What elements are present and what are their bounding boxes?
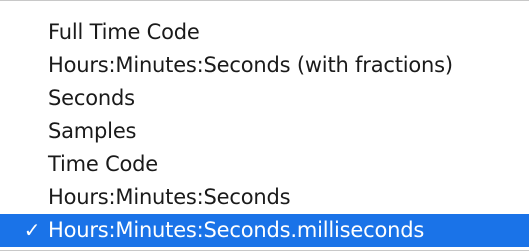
- menu-item-hms-fractions[interactable]: Hours:Minutes:Seconds (with fractions): [0, 49, 529, 82]
- menu-item-full-time-code[interactable]: Full Time Code: [0, 16, 529, 49]
- menu-item-label: Hours:Minutes:Seconds.milliseconds: [48, 218, 425, 242]
- time-format-menu: Full Time Code Hours:Minutes:Seconds (wi…: [0, 0, 529, 251]
- menu-item-samples[interactable]: Samples: [0, 115, 529, 148]
- checkmark-icon: ✓: [23, 218, 41, 242]
- menu-item-label: Full Time Code: [48, 20, 200, 44]
- menu-item-label: Time Code: [48, 152, 159, 176]
- menu-item-label: Samples: [48, 119, 137, 143]
- menu-item-hms-milliseconds[interactable]: ✓ Hours:Minutes:Seconds.milliseconds: [0, 214, 529, 247]
- menu-item-label: Seconds: [48, 86, 135, 110]
- menu-item-label: Hours:Minutes:Seconds: [48, 185, 291, 209]
- menu-item-hms[interactable]: Hours:Minutes:Seconds: [0, 181, 529, 214]
- menu-item-label: Hours:Minutes:Seconds (with fractions): [48, 53, 453, 77]
- menu-item-seconds[interactable]: Seconds: [0, 82, 529, 115]
- menu-item-time-code[interactable]: Time Code: [0, 148, 529, 181]
